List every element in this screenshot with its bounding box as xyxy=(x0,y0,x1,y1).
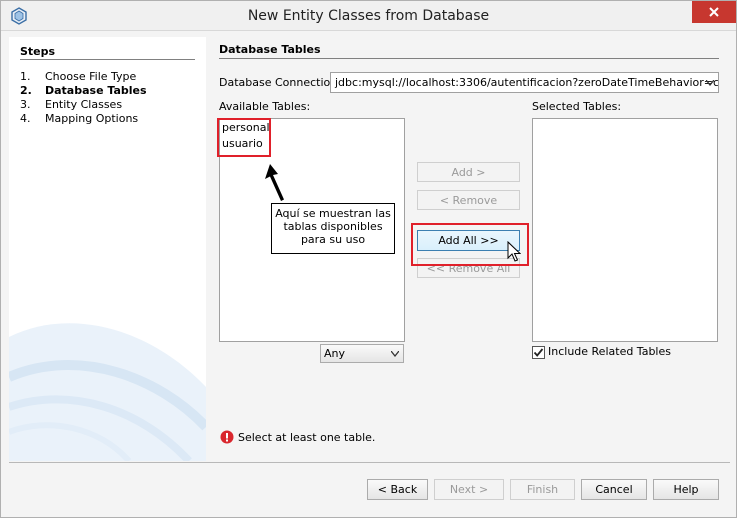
back-button[interactable]: < Back xyxy=(367,479,428,500)
step-label: Mapping Options xyxy=(45,112,139,125)
selected-tables-label: Selected Tables: xyxy=(532,100,622,113)
annotation-arrow xyxy=(265,164,284,201)
step-choose-file-type[interactable]: 1. Choose File Type xyxy=(20,70,136,83)
decorative-swoosh xyxy=(9,323,206,461)
close-button[interactable] xyxy=(692,1,736,23)
step-number: 4. xyxy=(20,112,31,125)
cancel-button[interactable]: Cancel xyxy=(581,479,647,500)
steps-divider xyxy=(20,59,195,60)
step-label: Entity Classes xyxy=(45,98,123,111)
steps-title: Steps xyxy=(20,45,56,58)
error-icon xyxy=(220,430,234,444)
step-label: Choose File Type xyxy=(45,70,137,83)
panel-divider xyxy=(219,58,719,59)
panel-title: Database Tables xyxy=(219,43,321,56)
add-button[interactable]: Add > xyxy=(417,162,520,182)
chevron-down-icon xyxy=(706,80,714,86)
wizard-window: New Entity Classes from Database Steps 1… xyxy=(0,0,737,518)
window-title: New Entity Classes from Database xyxy=(247,8,490,24)
table-filter-value: Any xyxy=(324,347,346,360)
title-bar[interactable]: New Entity Classes from Database xyxy=(1,1,736,31)
include-related-label: Include Related Tables xyxy=(548,345,671,358)
help-button[interactable]: Help xyxy=(653,479,719,500)
finish-button[interactable]: Finish xyxy=(510,479,575,500)
annotation-callout: Aquí se muestran las tablas disponibles … xyxy=(271,203,395,254)
remove-button[interactable]: < Remove xyxy=(417,190,520,210)
step-database-tables[interactable]: 2. Database Tables xyxy=(20,84,147,97)
next-button[interactable]: Next > xyxy=(434,479,504,500)
step-number: 1. xyxy=(20,70,31,83)
available-tables-highlight xyxy=(217,118,271,157)
close-icon xyxy=(709,7,719,17)
available-tables-label: Available Tables: xyxy=(219,100,311,113)
table-filter-dropdown[interactable]: Any xyxy=(320,344,404,363)
step-mapping-options[interactable]: 4. Mapping Options xyxy=(20,112,138,125)
checkmark-icon xyxy=(533,348,544,357)
footer-divider xyxy=(9,462,730,463)
mouse-pointer-icon xyxy=(507,241,521,262)
selected-tables-list[interactable] xyxy=(532,118,718,342)
connection-label: Database Connection: xyxy=(219,76,341,89)
steps-panel: Steps 1. Choose File Type 2. Database Tabl… xyxy=(9,37,206,461)
chevron-down-icon xyxy=(391,351,399,357)
status-message: Select at least one table. xyxy=(238,431,376,444)
step-entity-classes[interactable]: 3. Entity Classes xyxy=(20,98,122,111)
step-number: 2. xyxy=(20,84,32,97)
connection-value: jdbc:mysql://localhost:3306/autentificac… xyxy=(335,76,719,89)
step-number: 3. xyxy=(20,98,31,111)
step-label: Database Tables xyxy=(45,84,147,97)
include-related-checkbox[interactable] xyxy=(532,346,545,359)
connection-dropdown[interactable]: jdbc:mysql://localhost:3306/autentificac… xyxy=(330,72,719,93)
